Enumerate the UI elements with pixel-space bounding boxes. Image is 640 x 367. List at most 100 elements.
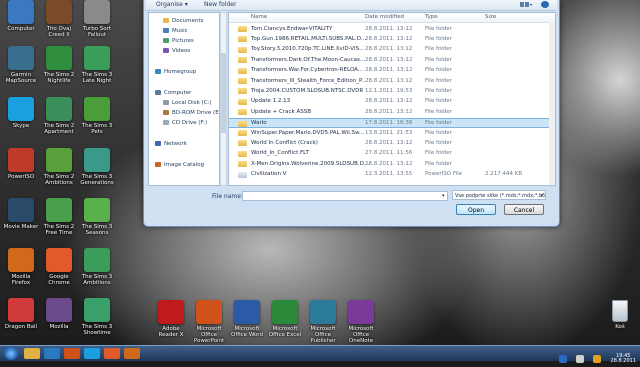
desktop-icon[interactable]: The Sims 3 Ambitions	[78, 248, 116, 298]
column-type[interactable]: Type	[425, 14, 438, 20]
clock[interactable]: 19:45 28.8.2011	[611, 353, 636, 364]
table-row[interactable]: World_In_Conflict.FLT 27.8.2011. 11:56 Fil…	[229, 149, 555, 159]
nav-item[interactable]: Pictures	[163, 38, 194, 44]
navigation-scrollbar[interactable]	[220, 12, 227, 186]
desktop-icon[interactable]: Google Chrome	[40, 248, 78, 298]
desktop-icon[interactable]: The Sims 3 Pets	[78, 97, 116, 147]
table-row[interactable]: Transformers.Dark.Of.The.Moon-Caucas... 2…	[229, 55, 555, 65]
table-row[interactable]: Troja.2004.CUSTOM.SLOSUB.NTSC.DVDR 12.1.2…	[229, 86, 555, 96]
volume-tray-icon[interactable]	[576, 354, 585, 363]
nav-item[interactable]: Network	[155, 141, 187, 147]
folder-icon	[238, 98, 247, 105]
new-folder-button[interactable]: New folder	[204, 1, 236, 8]
desktop-icon[interactable]: Mozilla	[40, 298, 78, 348]
desktop-icon[interactable]: Garmin MapSource	[2, 46, 40, 96]
chrome-icon[interactable]	[104, 348, 120, 359]
media-player-icon[interactable]	[44, 348, 60, 359]
table-row[interactable]: Toy.Story.3.2010.720p.TC.LiNE.XviD-VIS..…	[229, 45, 555, 55]
desktop-icon[interactable]: The Sims 3 Generations	[78, 148, 116, 198]
start-button[interactable]	[4, 347, 18, 360]
desktop-icon[interactable]: Microsoft Office Excel	[266, 300, 304, 350]
cell-date: 28.8.2011. 13:12	[365, 35, 413, 42]
nav-item[interactable]: Computer	[155, 90, 191, 96]
desktop-icon[interactable]: The Sims 3 Late Night	[78, 46, 116, 96]
desktop-icon[interactable]: Trio Ovaj Creed II	[40, 0, 78, 50]
network-tray-icon[interactable]	[559, 354, 568, 363]
desktop-icon[interactable]: Mozilla Firefox	[2, 248, 40, 298]
column-size[interactable]: Size	[485, 14, 496, 20]
folder-icon	[238, 26, 247, 32]
app-icon	[46, 198, 72, 222]
desktop-icon-label: Mozilla Firefox	[11, 274, 31, 286]
firefox-icon[interactable]	[124, 348, 140, 359]
desktop-icon[interactable]: The Sims 3 Seasons	[78, 198, 116, 248]
cell-date: 27.8.2011. 11:56	[365, 150, 413, 157]
app-icon	[8, 0, 34, 24]
explorer-icon[interactable]	[24, 348, 40, 359]
view-options-icon[interactable]	[519, 1, 533, 8]
table-row[interactable]: Transformers_III_Stealth_Force_Edition_P…	[229, 76, 555, 86]
app-icon	[8, 148, 34, 172]
desktop-icon-label: Skype	[12, 123, 30, 129]
desktop-icon[interactable]: Dragon Ball	[2, 298, 40, 348]
cell-date: 17.8.2011. 16:38	[365, 120, 413, 127]
table-row[interactable]: Warlo 17.8.2011. 16:38 File folder	[229, 117, 555, 128]
nav-item-label: Documents	[172, 18, 204, 24]
nav-item[interactable]: Image Catalog	[155, 162, 204, 168]
desktop-icon[interactable]: Skype	[2, 97, 40, 147]
skype-icon[interactable]	[84, 348, 100, 359]
nav-item[interactable]: Local Disk (C:)	[163, 100, 212, 106]
column-date-modified[interactable]: Date modified	[365, 14, 404, 20]
nav-item[interactable]: CD Drive (F:)	[163, 120, 207, 126]
cd-icon	[163, 120, 169, 125]
nav-item[interactable]: BD-ROM Drive (E:)	[163, 110, 219, 116]
desktop-icon[interactable]: The Sims 2 Apartment	[40, 97, 78, 147]
open-button[interactable]: Open	[456, 204, 496, 215]
desktop-icon[interactable]: The Sims 2 Ambitions	[40, 148, 78, 198]
table-row[interactable]: Top.Gun.1986.RETAIL.MULTi.SUBS.PAL.D... 2…	[229, 34, 555, 44]
recycle-bin[interactable]: Koš	[606, 300, 634, 330]
desktop-icon[interactable]: Microsoft Office OneNote	[342, 300, 380, 350]
navigation-scrollbar-thumb[interactable]	[221, 53, 226, 133]
desktop-icon[interactable]: The Sims 2 Nightlife	[40, 46, 78, 96]
nav-item-label: Computer	[164, 90, 192, 96]
flag-tray-icon[interactable]	[593, 354, 602, 363]
desktop-icon[interactable]: The Sims 3 Showtime	[78, 298, 116, 348]
file-type-select[interactable]: Vse podprte slike (*.mds;*.mdx;*.b5 ▾	[452, 190, 546, 200]
desktop-icon[interactable]: Adobe Reader X	[152, 300, 190, 350]
cell-date: 28.8.2011. 13:12	[365, 160, 413, 167]
cell-date: 12.1.2011. 19:53	[365, 87, 413, 94]
table-row[interactable]: WinSuper.Paper.Mario.DVD5.PAL.Wii.Sw... 1…	[229, 128, 555, 138]
column-name[interactable]: Name	[251, 14, 267, 20]
table-row[interactable]: Update 1.2.13 28.8.2011. 13:12 File folder	[229, 97, 555, 107]
file-name-input[interactable]	[242, 191, 448, 201]
desktop-icon[interactable]: Movie Maker	[2, 198, 40, 248]
nav-item[interactable]: Videos	[163, 48, 190, 54]
table-row[interactable]: Update + Crack ASSB 28.8.2011. 13:12 File …	[229, 107, 555, 117]
nav-item[interactable]: Documents	[163, 18, 203, 24]
desktop-icon[interactable]: PowerISO	[2, 148, 40, 198]
help-icon[interactable]	[541, 1, 549, 8]
table-row[interactable]: Civilization V 12.3.2011. 13:55 PowerISO F…	[229, 170, 555, 180]
desktop-icon[interactable]: Microsoft Office Publisher	[304, 300, 342, 350]
cancel-button[interactable]: Cancel	[504, 204, 544, 215]
organise-button[interactable]: Organise ▾	[156, 1, 188, 8]
nav-item[interactable]: Music	[163, 28, 188, 34]
desktop-icon[interactable]: Microsoft Office Word	[228, 300, 266, 350]
desktop-icon[interactable]: Microsoft Office PowerPoint	[190, 300, 228, 350]
desktop-icon[interactable]: The Sims 2 Free Time	[40, 198, 78, 248]
file-icon	[238, 171, 247, 178]
desktop-icon[interactable]: Turbo Sort Fallout	[78, 0, 116, 50]
recycle-bin-icon	[612, 300, 628, 322]
nav-item[interactable]: Homegroup	[155, 69, 196, 75]
cell-type: File folder	[425, 150, 452, 157]
file-name-dropdown-icon[interactable]: ▾	[442, 193, 445, 199]
table-row[interactable]: X-Men.Origins.Wolverine.2009.SLOSUB.D...…	[229, 159, 555, 169]
file-list-scrollbar[interactable]	[549, 22, 555, 185]
table-row[interactable]: Tom.Clancys.Endwar-VITALITY 28.8.2011. 13…	[229, 24, 555, 34]
powerpoint-icon[interactable]	[64, 348, 80, 359]
table-row[interactable]: World In Conflict (Crack) 28.8.2011. 13:1…	[229, 138, 555, 148]
table-row[interactable]: Transformers.War.For.Cybertron-RELOA... 2…	[229, 66, 555, 76]
desktop-icon[interactable]: Computer	[2, 0, 40, 50]
cell-type: File folder	[425, 77, 452, 84]
